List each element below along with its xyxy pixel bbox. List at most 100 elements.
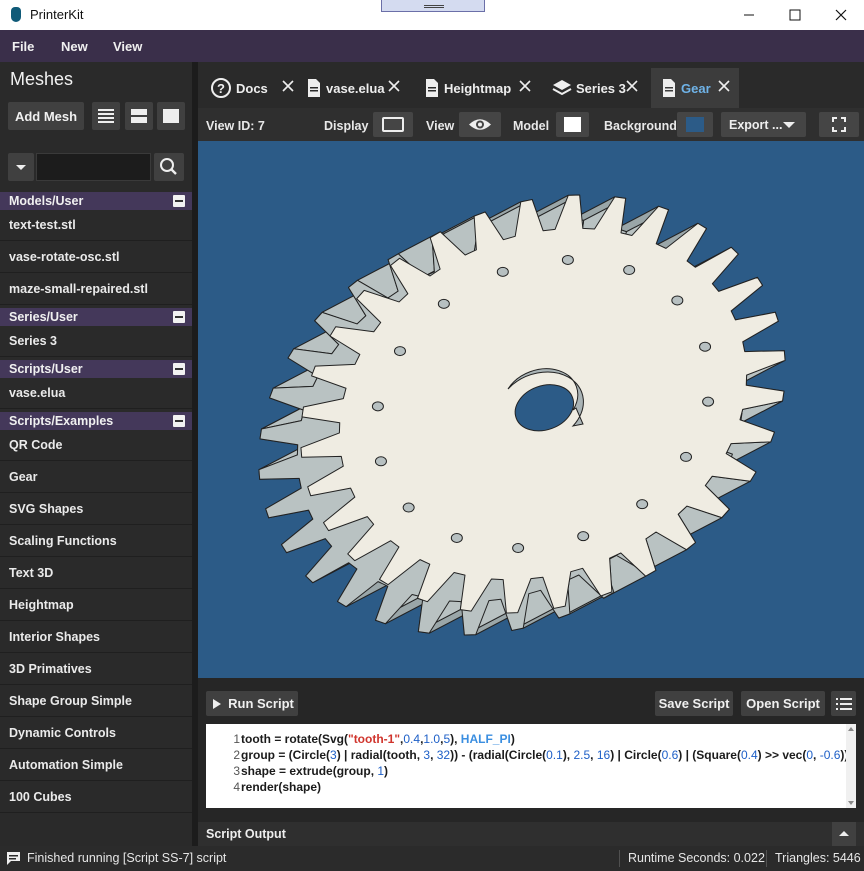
list-item-label: maze-small-repaired.stl [9, 282, 148, 296]
export-dropdown[interactable]: Export ... [721, 112, 806, 137]
app-icon [11, 7, 21, 22]
group-title: Series/User [9, 310, 78, 324]
view-toolbar: View ID: 7 Display View Model Background… [198, 108, 864, 141]
group-header-series-user[interactable]: Series/User [0, 308, 192, 326]
view-toggle[interactable] [459, 112, 501, 137]
list-item[interactable]: text-test.stl [0, 210, 192, 241]
close-icon [835, 9, 847, 21]
editor-scrollbar[interactable] [846, 724, 856, 808]
group-header-scripts-user[interactable]: Scripts/User [0, 360, 192, 378]
tab-label: Series 3 [576, 80, 626, 96]
group-header-scripts-examples[interactable]: Scripts/Examples [0, 412, 192, 430]
tab-gear[interactable]: Gear [651, 68, 739, 108]
search-button[interactable] [154, 153, 184, 181]
collapse-icon[interactable] [173, 311, 185, 323]
title-bar: PrinterKit [0, 0, 864, 30]
tab-label: Heightmap [444, 80, 512, 96]
list-item[interactable]: Dynamic Controls [0, 718, 192, 749]
tab-docs[interactable]: ? Docs [210, 68, 294, 108]
list-item[interactable]: Series 3 [0, 326, 192, 357]
list-item-label: Heightmap [9, 598, 74, 612]
single-view-button[interactable] [157, 102, 185, 130]
tab-vase-elua[interactable]: vase.elua [306, 68, 404, 108]
list-item[interactable]: 100 Cubes [0, 782, 192, 813]
filter-dropdown[interactable] [8, 153, 34, 181]
script-panel: Run Script Save Script Open Script 1 too… [198, 678, 864, 822]
close-tab-icon[interactable] [718, 80, 730, 92]
list-item[interactable]: Shape Group Simple [0, 686, 192, 717]
minimize-button[interactable] [726, 0, 772, 30]
collapse-icon[interactable] [173, 195, 185, 207]
list-item[interactable]: Gear [0, 462, 192, 493]
close-tab-icon[interactable] [626, 80, 638, 92]
list-item[interactable]: Automation Simple [0, 750, 192, 781]
group-header-models-user[interactable]: Models/User [0, 192, 192, 210]
menu-new[interactable]: New [61, 39, 88, 54]
list-item[interactable]: Scaling Functions [0, 526, 192, 557]
file-icon [663, 79, 675, 97]
3d-viewport[interactable] [198, 141, 864, 678]
list-menu-icon [835, 697, 852, 710]
list-item[interactable]: QR Code [0, 430, 192, 461]
fullscreen-button[interactable] [819, 112, 859, 137]
list-view-button[interactable] [92, 102, 120, 130]
bolt-hole [450, 532, 463, 543]
bolt-hole [437, 298, 450, 309]
list-item-label: Series 3 [9, 334, 57, 348]
line-number: 1 [233, 732, 240, 746]
run-script-button[interactable]: Run Script [206, 691, 298, 716]
list-item[interactable]: vase-rotate-osc.stl [0, 242, 192, 273]
bolt-hole [402, 502, 415, 513]
close-tab-icon[interactable] [519, 80, 531, 92]
script-editor[interactable]: 1 tooth = rotate(Svg("tooth-1",0.4,1.0,5… [206, 724, 852, 808]
save-script-button[interactable]: Save Script [655, 691, 733, 716]
list-item[interactable]: Text 3D [0, 558, 192, 589]
status-separator [766, 850, 767, 867]
script-output-label: Script Output [206, 827, 286, 841]
display-toggle[interactable] [373, 112, 413, 137]
list-item[interactable]: Heightmap [0, 590, 192, 621]
bolt-hole [623, 265, 636, 276]
list-item[interactable]: maze-small-repaired.stl [0, 274, 192, 305]
export-label: Export ... [729, 118, 783, 132]
tab-heightmap[interactable]: Heightmap [424, 68, 532, 108]
bolt-hole [577, 531, 590, 542]
list-item-label: vase.elua [9, 386, 66, 400]
script-output-bar[interactable]: Script Output [198, 822, 864, 846]
menu-file[interactable]: File [12, 39, 34, 54]
layers-icon [552, 80, 572, 96]
split-view-button[interactable] [125, 102, 153, 130]
group-title: Scripts/Examples [9, 414, 114, 428]
menu-view[interactable]: View [113, 39, 142, 54]
tab-label: vase.elua [326, 80, 385, 96]
close-tab-icon[interactable] [388, 80, 400, 92]
add-mesh-button[interactable]: Add Mesh [8, 102, 84, 130]
open-script-button[interactable]: Open Script [741, 691, 825, 716]
tab-series-3[interactable]: Series 3 [552, 68, 642, 108]
drag-handle[interactable] [381, 0, 485, 12]
gear-model[interactable] [198, 141, 864, 678]
close-tab-icon[interactable] [282, 80, 294, 92]
list-item-label: Text 3D [9, 566, 54, 580]
fullscreen-icon [832, 117, 846, 132]
model-color-swatch [564, 117, 581, 132]
expand-output-button[interactable] [832, 822, 856, 846]
search-input[interactable] [36, 153, 151, 181]
bolt-hole [636, 499, 649, 510]
list-item[interactable]: 3D Primatives [0, 654, 192, 685]
line-number: 3 [233, 764, 240, 778]
background-color-button[interactable] [677, 112, 713, 137]
list-item[interactable]: SVG Shapes [0, 494, 192, 525]
list-item-label: QR Code [9, 438, 63, 452]
close-button[interactable] [818, 0, 864, 30]
list-item[interactable]: Interior Shapes [0, 622, 192, 653]
collapse-icon[interactable] [173, 363, 185, 375]
list-item-label: 3D Primatives [9, 662, 92, 676]
script-menu-button[interactable] [831, 691, 856, 716]
list-item[interactable]: vase.elua [0, 378, 192, 409]
collapse-icon[interactable] [173, 415, 185, 427]
list-item-label: SVG Shapes [9, 502, 84, 516]
maximize-button[interactable] [772, 0, 818, 30]
model-color-button[interactable] [556, 112, 589, 137]
display-label: Display [324, 119, 369, 133]
